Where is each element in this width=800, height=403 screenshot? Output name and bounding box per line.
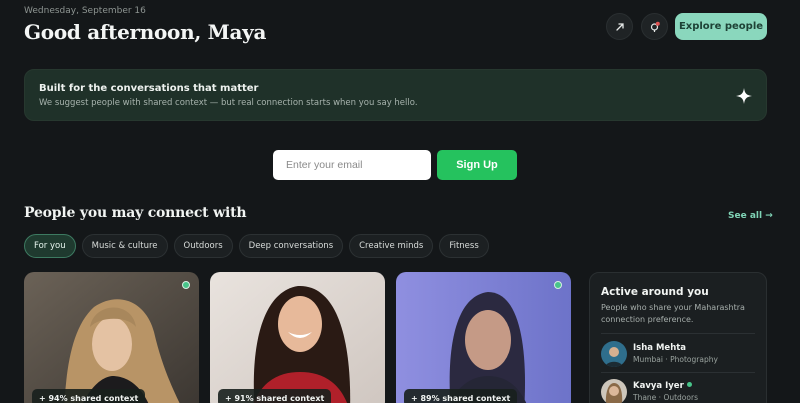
chip-outdoors[interactable]: Outdoors xyxy=(173,234,233,258)
share-button[interactable] xyxy=(606,13,633,40)
person-card[interactable]: + 91% shared context xyxy=(210,272,385,403)
divider xyxy=(601,333,755,334)
profile-photo xyxy=(24,272,199,403)
panel-subtitle: People who share your Maharashtra connec… xyxy=(601,303,745,324)
notification-icon xyxy=(650,21,660,32)
profile-photo xyxy=(210,272,385,403)
explore-people-button[interactable]: Explore people xyxy=(675,13,767,40)
online-indicator xyxy=(182,281,190,289)
match-badge: + 94% shared context xyxy=(32,389,146,403)
section-title: People you may connect with xyxy=(24,205,247,221)
chip-for-you[interactable]: For you xyxy=(24,234,76,258)
online-indicator xyxy=(554,281,562,289)
person-name: Kavya Iyer xyxy=(633,381,692,391)
email-input[interactable] xyxy=(273,150,431,180)
banner-title: Built for the conversations that matter xyxy=(39,83,259,94)
page-title: Good afternoon, Maya xyxy=(24,20,267,44)
sign-up-button[interactable]: Sign Up xyxy=(437,150,517,180)
chip-deep-conversations[interactable]: Deep conversations xyxy=(238,234,344,258)
person-meta: Mumbai · Photography xyxy=(633,355,718,364)
info-banner: Built for the conversations that matter … xyxy=(24,69,767,121)
chip-music-culture[interactable]: Music & culture xyxy=(81,234,168,258)
banner-subtitle: We suggest people with shared context — … xyxy=(39,98,418,108)
person-card[interactable]: + 89% shared context xyxy=(396,272,571,403)
person-meta: Thane · Outdoors xyxy=(633,393,698,402)
external-link-icon xyxy=(615,22,624,31)
person-name: Isha Mehta xyxy=(633,343,687,353)
notifications-button[interactable] xyxy=(641,13,668,40)
chip-fitness[interactable]: Fitness xyxy=(439,234,489,258)
chip-creative-minds[interactable]: Creative minds xyxy=(349,234,434,258)
person-card[interactable]: + 94% shared context xyxy=(24,272,199,403)
active-around-panel: Active around you People who share your … xyxy=(589,272,767,403)
avatar xyxy=(601,341,627,367)
online-indicator xyxy=(686,382,692,387)
panel-title: Active around you xyxy=(601,286,709,298)
divider xyxy=(601,372,755,373)
profile-photo xyxy=(396,272,571,403)
match-badge: + 91% shared context xyxy=(218,389,332,403)
list-item[interactable]: Isha Mehta Mumbai · Photography xyxy=(601,341,757,367)
avatar xyxy=(601,379,627,403)
match-badge: + 89% shared context xyxy=(404,389,518,403)
see-all-link[interactable]: See all → xyxy=(728,211,773,221)
filter-chips: For you Music & culture Outdoors Deep co… xyxy=(24,234,489,258)
sparkle-icon xyxy=(736,88,752,104)
date-label: Wednesday, September 16 xyxy=(24,6,146,16)
list-item[interactable]: Kavya Iyer Thane · Outdoors xyxy=(601,379,757,403)
